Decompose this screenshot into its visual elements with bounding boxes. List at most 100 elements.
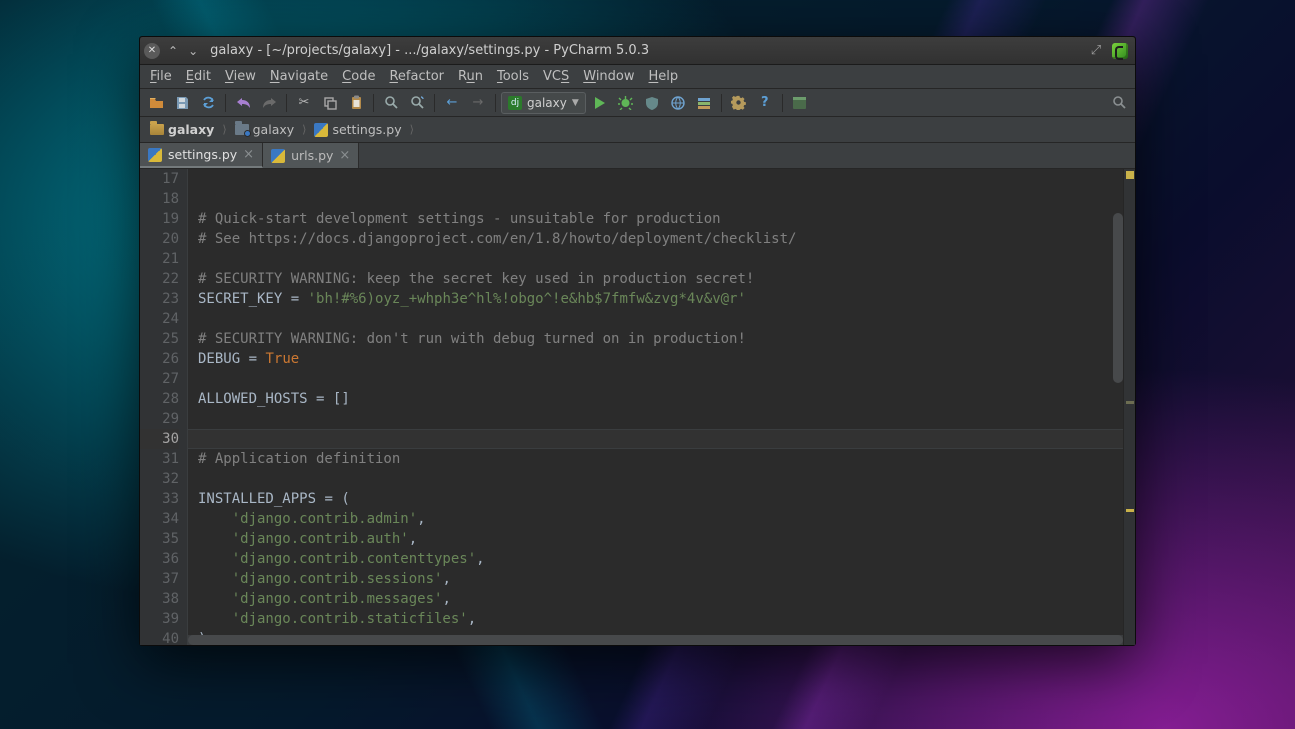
window-close-button[interactable]: ✕	[144, 43, 160, 59]
line-number[interactable]: 30	[140, 429, 179, 449]
menu-run[interactable]: Run	[452, 68, 489, 85]
help-icon[interactable]: ?	[753, 92, 777, 114]
breadcrumb-file[interactable]: settings.py	[310, 121, 405, 138]
line-number[interactable]: 31	[140, 449, 179, 469]
code-line[interactable]: 'django.contrib.staticfiles',	[198, 609, 1123, 629]
line-number[interactable]: 19	[140, 209, 179, 229]
window-shade-up-button[interactable]: ⌃	[166, 44, 180, 58]
menu-navigate[interactable]: Navigate	[264, 68, 334, 85]
open-icon[interactable]	[144, 92, 168, 114]
python-file-icon	[271, 149, 285, 163]
line-number[interactable]: 22	[140, 269, 179, 289]
menu-help[interactable]: Help	[643, 68, 685, 85]
presentation-mode-icon[interactable]: ⤢	[1087, 42, 1105, 60]
line-number[interactable]: 23	[140, 289, 179, 309]
copy-icon[interactable]	[318, 92, 342, 114]
code-line[interactable]	[198, 189, 1123, 209]
line-number[interactable]: 40	[140, 629, 179, 645]
line-number[interactable]: 20	[140, 229, 179, 249]
menu-refactor[interactable]: Refactor	[383, 68, 450, 85]
code-line[interactable]: DEBUG = True	[198, 349, 1123, 369]
code-line[interactable]: 'django.contrib.contenttypes',	[198, 549, 1123, 569]
code-line[interactable]: # SECURITY WARNING: keep the secret key …	[198, 269, 1123, 289]
code-line[interactable]: ALLOWED_HOSTS = []	[198, 389, 1123, 409]
paste-icon[interactable]	[344, 92, 368, 114]
code-line[interactable]: # SECURITY WARNING: don't run with debug…	[198, 329, 1123, 349]
line-number[interactable]: 38	[140, 589, 179, 609]
line-number[interactable]: 25	[140, 329, 179, 349]
run-config-selector[interactable]: dj galaxy ▼	[501, 92, 586, 114]
code-line[interactable]: 'django.contrib.messages',	[198, 589, 1123, 609]
horizontal-scrollbar[interactable]	[188, 635, 1123, 645]
code-line[interactable]	[198, 249, 1123, 269]
line-number[interactable]: 36	[140, 549, 179, 569]
tasks-icon[interactable]	[692, 92, 716, 114]
window-shade-down-button[interactable]: ⌄	[186, 44, 200, 58]
search-everywhere-icon[interactable]	[1107, 92, 1131, 114]
tab-close-icon[interactable]: ×	[339, 148, 350, 163]
code-line[interactable]: 'django.contrib.admin',	[198, 509, 1123, 529]
code-line[interactable]	[198, 369, 1123, 389]
menu-view[interactable]: View	[219, 68, 262, 85]
tab-urls[interactable]: urls.py ×	[263, 143, 359, 168]
line-number[interactable]: 34	[140, 509, 179, 529]
breadcrumb-pkg[interactable]: galaxy	[231, 121, 299, 138]
code-line[interactable]: SECRET_KEY = 'bh!#%6)oyz_+whph3e^hl%!obg…	[198, 289, 1123, 309]
line-number[interactable]: 28	[140, 389, 179, 409]
line-number[interactable]: 26	[140, 349, 179, 369]
error-stripe[interactable]	[1123, 169, 1135, 645]
code-line[interactable]	[198, 409, 1123, 429]
line-number[interactable]: 39	[140, 609, 179, 629]
code-editor[interactable]: 1718192021222324252627282930313233343536…	[140, 169, 1135, 645]
line-number[interactable]: 37	[140, 569, 179, 589]
vertical-scrollbar[interactable]	[1113, 213, 1123, 383]
line-number[interactable]: 27	[140, 369, 179, 389]
coverage-icon[interactable]	[640, 92, 664, 114]
line-number[interactable]: 21	[140, 249, 179, 269]
redo-icon[interactable]	[257, 92, 281, 114]
replace-icon[interactable]	[405, 92, 429, 114]
settings-icon[interactable]	[727, 92, 751, 114]
code-line[interactable]	[198, 169, 1123, 189]
code-line[interactable]: INSTALLED_APPS = (	[198, 489, 1123, 509]
code-line[interactable]: 'django.contrib.sessions',	[198, 569, 1123, 589]
tab-close-icon[interactable]: ×	[243, 147, 254, 162]
tab-settings[interactable]: settings.py ×	[140, 143, 263, 168]
menu-code[interactable]: Code	[336, 68, 381, 85]
debug-icon[interactable]	[614, 92, 638, 114]
save-icon[interactable]	[170, 92, 194, 114]
line-number[interactable]: 33	[140, 489, 179, 509]
menu-file[interactable]: File	[144, 68, 178, 85]
line-number[interactable]: 24	[140, 309, 179, 329]
browser-icon[interactable]	[666, 92, 690, 114]
line-number-gutter[interactable]: 1718192021222324252627282930313233343536…	[140, 169, 188, 645]
python-console-icon[interactable]	[788, 92, 812, 114]
breadcrumb: galaxy ⟩ galaxy ⟩ settings.py ⟩	[140, 117, 1135, 143]
code-line[interactable]	[198, 309, 1123, 329]
run-icon[interactable]	[588, 92, 612, 114]
menu-window[interactable]: Window	[577, 68, 640, 85]
code-area[interactable]: # Quick-start development settings - uns…	[188, 169, 1123, 645]
undo-icon[interactable]	[231, 92, 255, 114]
breadcrumb-root[interactable]: galaxy	[146, 121, 218, 138]
find-icon[interactable]	[379, 92, 403, 114]
line-number[interactable]: 35	[140, 529, 179, 549]
line-number[interactable]: 18	[140, 189, 179, 209]
menu-edit[interactable]: Edit	[180, 68, 217, 85]
code-line[interactable]: # See https://docs.djangoproject.com/en/…	[198, 229, 1123, 249]
menu-vcs[interactable]: VCS	[537, 68, 575, 85]
code-line[interactable]: # Quick-start development settings - uns…	[198, 209, 1123, 229]
menu-tools[interactable]: Tools	[491, 68, 535, 85]
nav-forward-icon[interactable]: →	[466, 92, 490, 114]
line-number[interactable]: 32	[140, 469, 179, 489]
nav-back-icon[interactable]: ←	[440, 92, 464, 114]
code-line[interactable]: 'django.contrib.auth',	[198, 529, 1123, 549]
line-number[interactable]: 29	[140, 409, 179, 429]
line-number[interactable]: 17	[140, 169, 179, 189]
analysis-status-icon[interactable]	[1126, 171, 1134, 179]
sync-icon[interactable]	[196, 92, 220, 114]
code-line[interactable]	[198, 469, 1123, 489]
chevron-right-icon: ⟩	[410, 123, 414, 136]
cut-icon[interactable]: ✂	[292, 92, 316, 114]
code-line[interactable]: # Application definition	[198, 449, 1123, 469]
